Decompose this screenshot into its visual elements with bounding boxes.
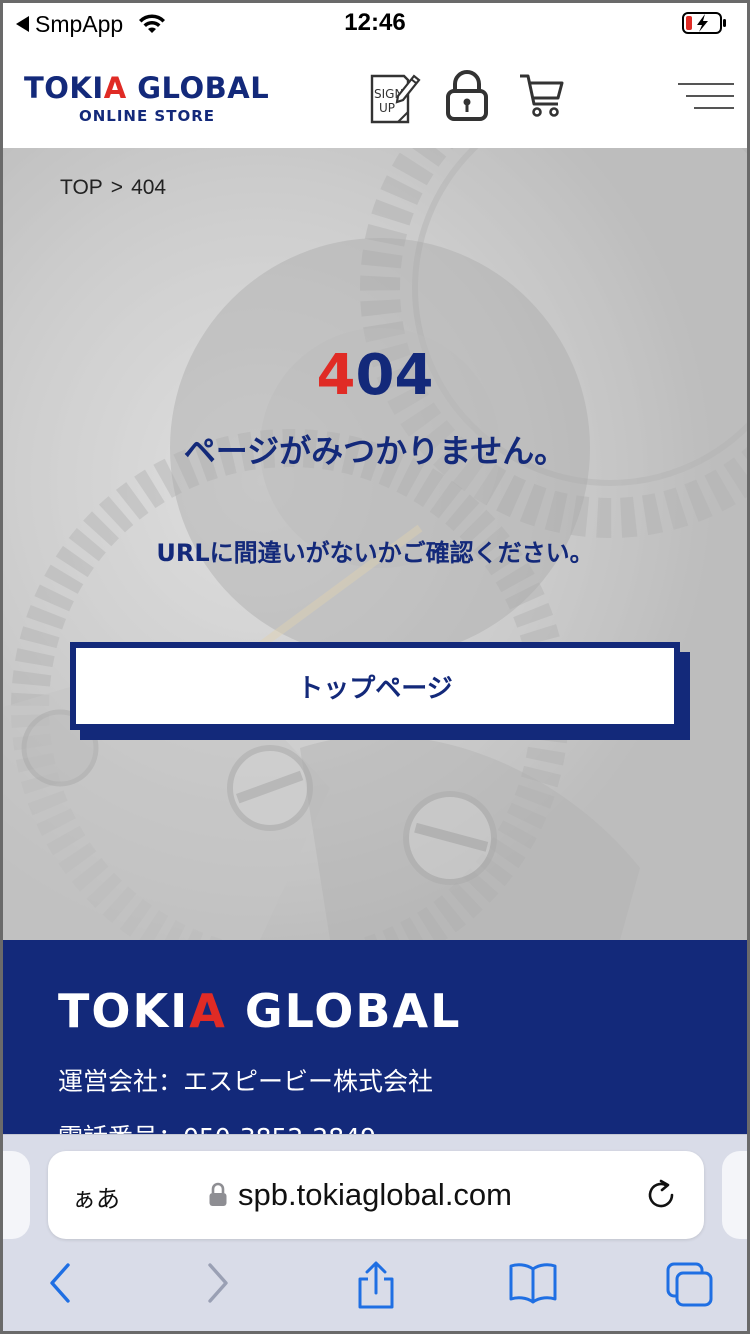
breadcrumb-top-link[interactable]: TOP <box>60 176 103 200</box>
previous-tab-peek[interactable] <box>0 1151 30 1239</box>
signup-icon[interactable]: SIGN UP <box>368 70 422 126</box>
logo-subtitle: ONLINE STORE <box>78 107 216 125</box>
lock-icon <box>209 1182 227 1206</box>
bookmarks-icon[interactable] <box>508 1261 558 1305</box>
cart-icon[interactable] <box>518 70 566 120</box>
share-icon[interactable] <box>354 1261 398 1311</box>
tabs-icon[interactable] <box>665 1261 715 1309</box>
error-code: 404 <box>316 343 434 408</box>
safari-bottom-bar: ぁあ spb.tokiaglobal.com <box>0 1134 750 1334</box>
reload-icon[interactable] <box>644 1178 678 1212</box>
breadcrumb-separator: > <box>110 176 124 199</box>
site-header: TOKIA GLOBAL ONLINE STORE SIGN UP <box>0 46 750 148</box>
site-logo[interactable]: TOKIA GLOBAL ONLINE STORE <box>24 72 270 125</box>
error-title: ページがみつかりません。 <box>183 432 567 470</box>
lock-icon[interactable] <box>445 70 489 122</box>
back-chevron-icon[interactable] <box>44 1261 78 1305</box>
logo-wordmark: TOKIA GLOBAL <box>24 71 270 105</box>
next-tab-peek[interactable] <box>722 1151 750 1239</box>
svg-text:UP: UP <box>379 101 395 115</box>
error-message: URLに間違いがないかご確認ください。 <box>156 539 594 567</box>
forward-chevron-icon[interactable] <box>200 1261 234 1305</box>
clock: 12:46 <box>344 9 406 36</box>
hamburger-menu-icon[interactable] <box>678 82 734 112</box>
safari-toolbar <box>0 1253 750 1323</box>
breadcrumb-current: 404 <box>131 176 167 199</box>
url-text: spb.tokiaglobal.com <box>238 1177 512 1212</box>
footer-logo[interactable]: TOKIA GLOBAL <box>58 984 461 1038</box>
error-hero: TOP > 404 404 ページがみつかりません。 URLに間違いがないかご確… <box>0 148 750 940</box>
url-display[interactable]: spb.tokiaglobal.com <box>208 1177 512 1213</box>
address-bar[interactable]: ぁあ spb.tokiaglobal.com <box>48 1151 704 1239</box>
status-bar: SmpApp 12:46 <box>0 0 750 46</box>
breadcrumb: TOP > 404 <box>60 176 166 200</box>
page-settings-button[interactable]: ぁあ <box>72 1179 120 1214</box>
site-footer: TOKIA GLOBAL 運営会社：エスピービー株式会社 電話番号：050-38… <box>0 940 750 1140</box>
footer-company: 運営会社：エスピービー株式会社 <box>58 1067 434 1096</box>
top-page-button[interactable]: トップページ <box>70 642 680 730</box>
battery-charging-icon <box>682 12 726 34</box>
